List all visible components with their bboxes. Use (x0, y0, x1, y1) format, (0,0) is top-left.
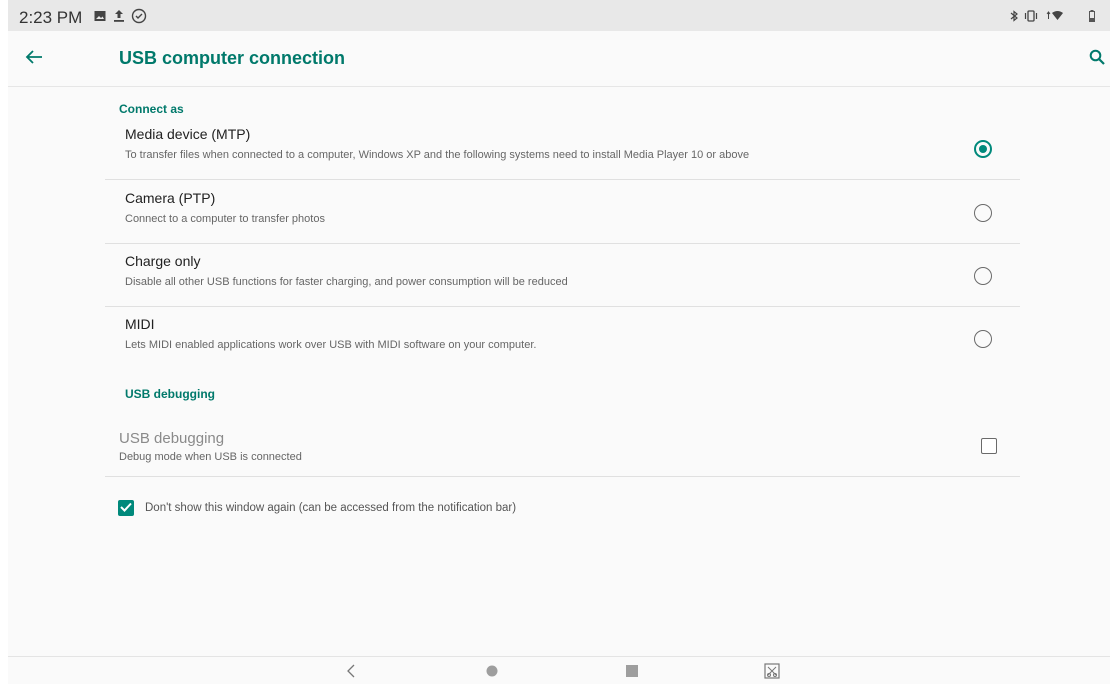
image-notification-icon (94, 9, 106, 23)
radio-mtp[interactable] (974, 140, 992, 158)
dont-show-label: Don't show this window again (can be acc… (145, 502, 517, 514)
option-charge-only[interactable]: Charge only Disable all other USB functi… (105, 244, 1020, 307)
usb-debugging-title: USB debugging (119, 430, 225, 447)
status-time: 2:23 PM (19, 8, 83, 27)
usb-debugging-checkbox[interactable] (981, 438, 997, 454)
recents-nav-icon (626, 664, 638, 682)
sync-icon (131, 8, 147, 24)
option-description: Lets MIDI enabled applications work over… (125, 339, 537, 351)
back-nav-icon (346, 664, 356, 683)
checkmark-icon (120, 499, 132, 517)
nav-screenshot-button[interactable] (762, 662, 782, 684)
option-midi[interactable]: MIDI Lets MIDI enabled applications work… (105, 307, 1020, 370)
connect-as-header: Connect as (119, 102, 184, 116)
battery-icon (1089, 10, 1095, 22)
option-description: Disable all other USB functions for fast… (125, 276, 568, 288)
usb-debugging-header: USB debugging (125, 387, 215, 401)
nav-home-button[interactable] (482, 664, 502, 682)
home-nav-icon (486, 664, 498, 682)
navigation-bar (8, 656, 1110, 684)
vibrate-icon (1023, 10, 1039, 22)
usb-debugging-description: Debug mode when USB is connected (119, 451, 302, 463)
option-ptp[interactable]: Camera (PTP) Connect to a computer to tr… (105, 181, 1020, 244)
nav-back-button[interactable] (341, 664, 361, 682)
option-title: MIDI (125, 316, 155, 332)
usb-debugging-row[interactable]: USB debugging Debug mode when USB is con… (105, 413, 1020, 477)
option-mtp[interactable]: Media device (MTP) To transfer files whe… (105, 117, 1020, 180)
dont-show-again[interactable]: Don't show this window again (can be acc… (118, 500, 516, 516)
upload-icon (113, 9, 125, 23)
radio-ptp[interactable] (974, 204, 992, 222)
radio-midi[interactable] (974, 330, 992, 348)
wifi-icon (1046, 10, 1064, 22)
option-title: Camera (PTP) (125, 190, 216, 206)
status-bar: 2:23 PM (8, 0, 1110, 31)
screenshot-nav-icon (764, 662, 780, 684)
nav-recents-button[interactable] (622, 664, 642, 682)
option-title: Media device (MTP) (125, 126, 251, 142)
dont-show-checkbox[interactable] (118, 500, 134, 516)
option-title: Charge only (125, 253, 201, 269)
search-icon (1089, 49, 1105, 70)
arrow-left-icon (25, 49, 43, 70)
app-bar: USB computer connection (8, 31, 1110, 87)
usb-connection-screen: 2:23 PM USB computer connection Connect … (8, 0, 1110, 684)
option-description: To transfer files when connected to a co… (125, 149, 750, 161)
option-description: Connect to a computer to transfer photos (125, 213, 325, 225)
bluetooth-icon (1010, 10, 1018, 22)
page-title: USB computer connection (119, 48, 346, 68)
radio-charge-only[interactable] (974, 267, 992, 285)
back-button[interactable] (20, 45, 48, 73)
search-button[interactable] (1083, 45, 1110, 73)
